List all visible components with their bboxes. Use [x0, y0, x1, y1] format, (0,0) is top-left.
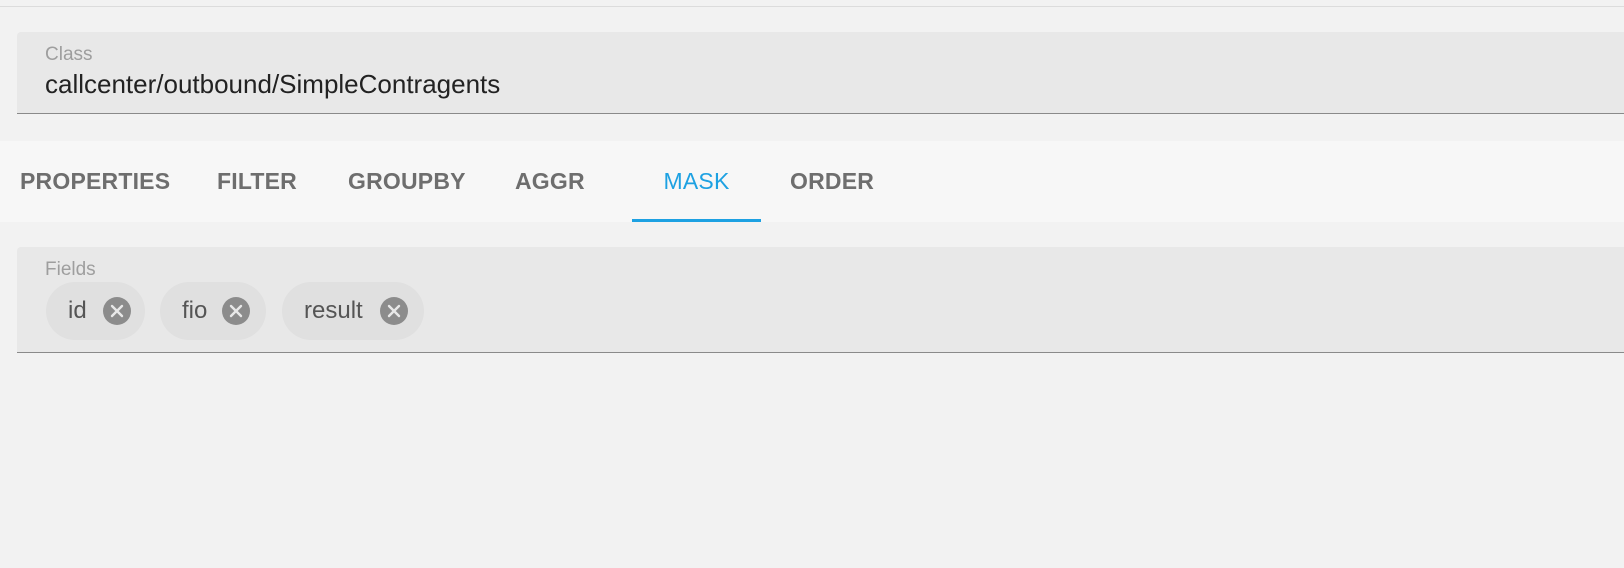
top-divider: [0, 0, 1624, 7]
chip-fio[interactable]: fio: [160, 282, 266, 340]
fields-field[interactable]: Fields id fio result: [17, 247, 1624, 353]
tab-properties[interactable]: PROPERTIES: [20, 141, 170, 222]
class-field-value[interactable]: callcenter/outbound/SimpleContragents: [45, 69, 500, 100]
close-circle-icon[interactable]: [222, 297, 250, 325]
class-field[interactable]: Class callcenter/outbound/SimpleContrage…: [17, 32, 1624, 114]
chip-result[interactable]: result: [282, 282, 424, 340]
tab-filter[interactable]: FILTER: [217, 141, 297, 222]
tab-groupby[interactable]: GROUPBY: [348, 141, 466, 222]
chip-label: id: [68, 297, 87, 324]
active-tab-indicator: [632, 219, 761, 222]
tab-bar: PROPERTIES FILTER GROUPBY AGGR MASK ORDE…: [0, 141, 1624, 222]
tab-mask[interactable]: MASK: [632, 141, 761, 222]
chip-label: result: [304, 297, 363, 324]
chip-id[interactable]: id: [46, 282, 145, 340]
close-circle-icon[interactable]: [103, 297, 131, 325]
close-circle-icon[interactable]: [380, 297, 408, 325]
tab-aggr[interactable]: AGGR: [515, 141, 585, 222]
class-field-label: Class: [45, 44, 93, 65]
fields-field-label: Fields: [45, 259, 96, 280]
tab-order[interactable]: ORDER: [790, 141, 874, 222]
chip-label: fio: [182, 297, 208, 324]
